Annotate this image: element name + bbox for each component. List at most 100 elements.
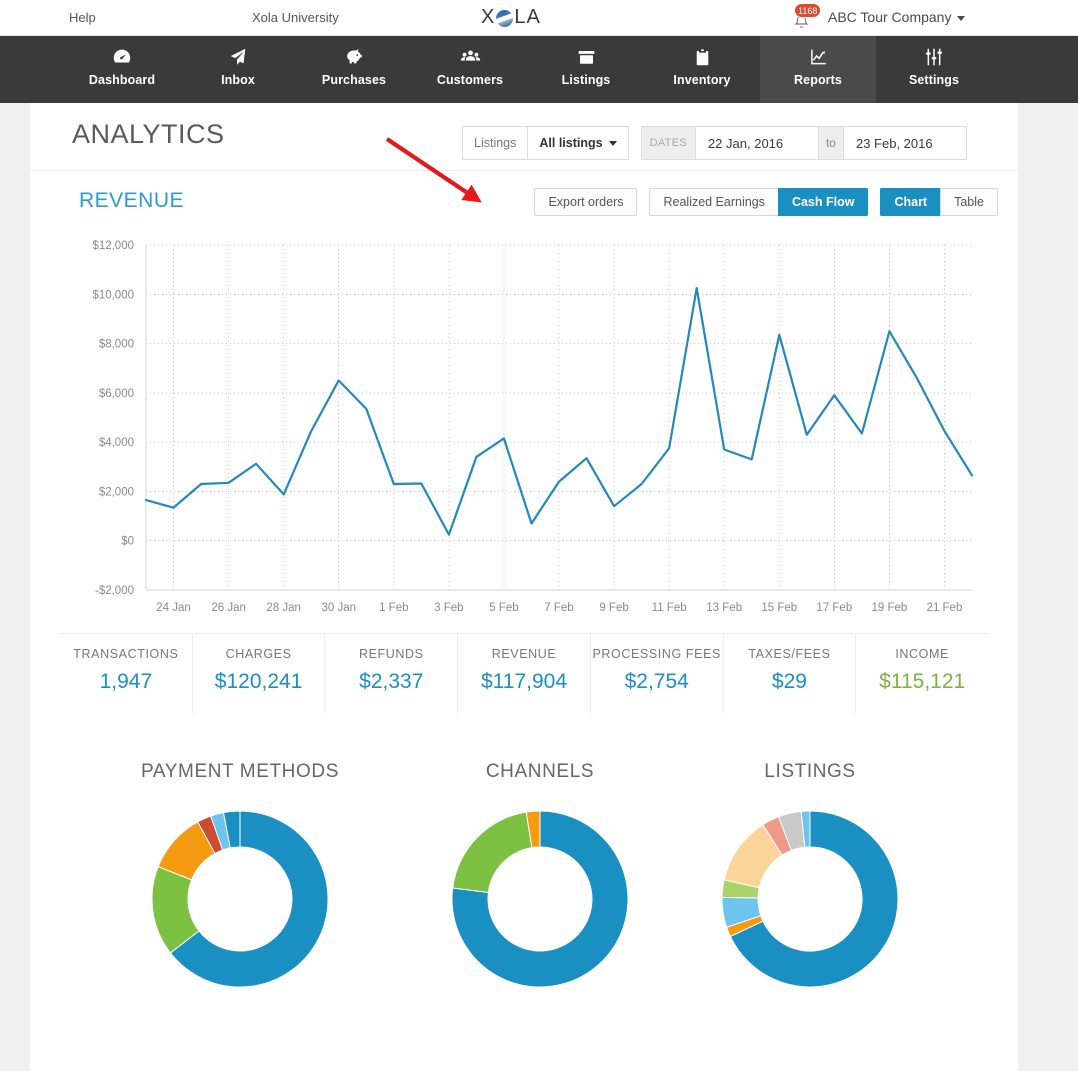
nav-label: Purchases bbox=[321, 73, 387, 87]
dates-label: DATES bbox=[641, 127, 695, 159]
metric-value: 1,947 bbox=[99, 670, 153, 693]
listings-filter[interactable]: Listings All listings bbox=[462, 126, 629, 160]
xola-logo[interactable]: X LA bbox=[481, 7, 541, 27]
archive-box-icon bbox=[528, 44, 644, 70]
metric-label: TAXES/FEES bbox=[748, 647, 831, 661]
revenue-chart: $12,000 $10,000 $8,000 $6,000 $4,000 $2,000 $0… bbox=[30, 233, 1018, 633]
chevron-down-icon bbox=[957, 15, 966, 21]
donut-title: PAYMENT METHODS bbox=[141, 761, 339, 782]
svg-text:1 Feb: 1 Feb bbox=[379, 602, 408, 614]
nav-label: Inbox bbox=[221, 73, 255, 87]
metric-label: INCOME bbox=[895, 647, 949, 661]
svg-text:19 Feb: 19 Feb bbox=[871, 602, 907, 614]
chart-view-tab[interactable]: Chart bbox=[880, 188, 941, 216]
svg-text:$4,000: $4,000 bbox=[99, 437, 134, 449]
metric-value: $117,904 bbox=[481, 670, 568, 693]
help-link[interactable]: Help bbox=[69, 10, 96, 25]
donut-payment-methods: PAYMENT METHODS bbox=[90, 761, 390, 989]
nav-label: Listings bbox=[561, 73, 611, 87]
svg-text:$10,000: $10,000 bbox=[92, 289, 134, 301]
date-from-input[interactable]: 22 Jan, 2016 bbox=[694, 127, 818, 159]
metric-revenue: REVENUE $117,904 bbox=[457, 634, 590, 713]
svg-text:9 Feb: 9 Feb bbox=[599, 602, 628, 614]
listings-filter-value-text: All listings bbox=[539, 136, 603, 150]
logo-text-la: LA bbox=[514, 6, 541, 28]
piggy-bank-icon bbox=[296, 44, 412, 70]
channels-donut[interactable] bbox=[450, 809, 630, 989]
listings-donut[interactable] bbox=[720, 809, 900, 989]
listings-filter-value[interactable]: All listings bbox=[527, 127, 627, 159]
nav-item-customers[interactable]: Customers bbox=[412, 36, 528, 103]
metric-value: $115,121 bbox=[879, 670, 966, 693]
nav-item-settings[interactable]: Settings bbox=[876, 36, 992, 103]
page-title: ANALYTICS bbox=[72, 119, 225, 149]
metric-value: $29 bbox=[771, 670, 807, 693]
svg-text:5 Feb: 5 Feb bbox=[489, 602, 518, 614]
account-name: ABC Tour Company bbox=[828, 9, 952, 25]
svg-text:13 Feb: 13 Feb bbox=[706, 602, 742, 614]
nav-item-reports[interactable]: Reports bbox=[760, 36, 876, 103]
nav-label: Customers bbox=[436, 73, 504, 87]
gauge-icon bbox=[64, 44, 180, 70]
svg-text:$12,000: $12,000 bbox=[92, 240, 134, 252]
realized-earnings-tab[interactable]: Realized Earnings bbox=[649, 188, 778, 216]
view-mode-toggle: Chart Table bbox=[880, 188, 998, 216]
svg-text:7 Feb: 7 Feb bbox=[544, 602, 573, 614]
svg-text:21 Feb: 21 Feb bbox=[927, 602, 963, 614]
nav-item-inventory[interactable]: Inventory bbox=[644, 36, 760, 103]
svg-text:3 Feb: 3 Feb bbox=[434, 602, 463, 614]
donut-charts-row: PAYMENT METHODS CHANNELS LISTINGS bbox=[30, 761, 1018, 1011]
account-menu[interactable]: ABC Tour Company bbox=[828, 9, 966, 25]
metric-taxes-fees: TAXES/FEES $29 bbox=[722, 634, 856, 713]
filters-group: Listings All listings DATES 22 Jan, 2016… bbox=[462, 126, 967, 160]
people-group-icon bbox=[412, 44, 528, 70]
xola-university-link[interactable]: Xola University bbox=[252, 10, 339, 25]
table-view-tab[interactable]: Table bbox=[940, 188, 998, 216]
date-to-input[interactable]: 23 Feb, 2016 bbox=[842, 127, 966, 159]
date-range-filter[interactable]: DATES 22 Jan, 2016 to 23 Feb, 2016 bbox=[640, 126, 967, 160]
nav-item-dashboard[interactable]: Dashboard bbox=[64, 36, 180, 103]
svg-text:$0: $0 bbox=[121, 536, 134, 548]
sliders-icon bbox=[876, 44, 992, 70]
page-header: ANALYTICS Listings All listings DATES 22… bbox=[30, 103, 1018, 171]
payment-methods-donut[interactable] bbox=[150, 809, 330, 989]
metric-charges: CHARGES $120,241 bbox=[191, 634, 325, 713]
metric-label: PROCESSING FEES bbox=[592, 647, 721, 661]
export-orders-button[interactable]: Export orders bbox=[534, 188, 638, 216]
metric-value: $120,241 bbox=[214, 670, 303, 693]
metric-transactions: TRANSACTIONS 1,947 bbox=[60, 634, 192, 713]
notification-badge: 1168 bbox=[794, 3, 822, 18]
svg-text:28 Jan: 28 Jan bbox=[266, 602, 301, 614]
donut-listings: LISTINGS bbox=[660, 761, 960, 989]
metrics-summary-row: TRANSACTIONS 1,947 CHARGES $120,241 REFU… bbox=[60, 633, 988, 713]
donut-segment[interactable] bbox=[452, 811, 533, 894]
revenue-controls: Export orders Realized Earnings Cash Flo… bbox=[534, 188, 998, 216]
cash-flow-tab[interactable]: Cash Flow bbox=[777, 188, 869, 216]
nav-label: Settings bbox=[908, 73, 960, 87]
metric-label: REVENUE bbox=[491, 647, 557, 661]
metric-label: TRANSACTIONS bbox=[73, 647, 179, 661]
metric-label: CHARGES bbox=[225, 647, 292, 661]
top-utility-bar: Help Xola University X LA 1168 ABC Tour C… bbox=[0, 0, 1078, 36]
revenue-line-chart-canvas: $12,000 $10,000 $8,000 $6,000 $4,000 $2,000 $0… bbox=[92, 240, 974, 614]
metric-value: $2,337 bbox=[359, 670, 424, 693]
logo-globe-icon bbox=[496, 9, 514, 27]
revenue-title: REVENUE bbox=[79, 189, 185, 212]
notifications-button[interactable]: 1168 bbox=[790, 3, 822, 32]
svg-text:26 Jan: 26 Jan bbox=[211, 602, 246, 614]
nav-label: Inventory bbox=[673, 73, 731, 87]
metric-label: REFUNDS bbox=[358, 647, 424, 661]
metric-value: $2,754 bbox=[624, 670, 689, 693]
svg-text:-$2,000: -$2,000 bbox=[95, 585, 134, 597]
nav-item-listings[interactable]: Listings bbox=[528, 36, 644, 103]
svg-text:$8,000: $8,000 bbox=[99, 339, 134, 351]
clipboard-icon bbox=[644, 44, 760, 70]
svg-text:$2,000: $2,000 bbox=[99, 486, 134, 498]
nav-item-purchases[interactable]: Purchases bbox=[296, 36, 412, 103]
line-chart-icon bbox=[760, 44, 876, 70]
nav-item-inbox[interactable]: Inbox bbox=[180, 36, 296, 103]
date-to-label: to bbox=[817, 127, 843, 159]
svg-text:17 Feb: 17 Feb bbox=[816, 602, 852, 614]
metric-refunds: REFUNDS $2,337 bbox=[324, 634, 457, 713]
main-navigation: Dashboard Inbox Purchases Customers List… bbox=[0, 36, 1078, 103]
